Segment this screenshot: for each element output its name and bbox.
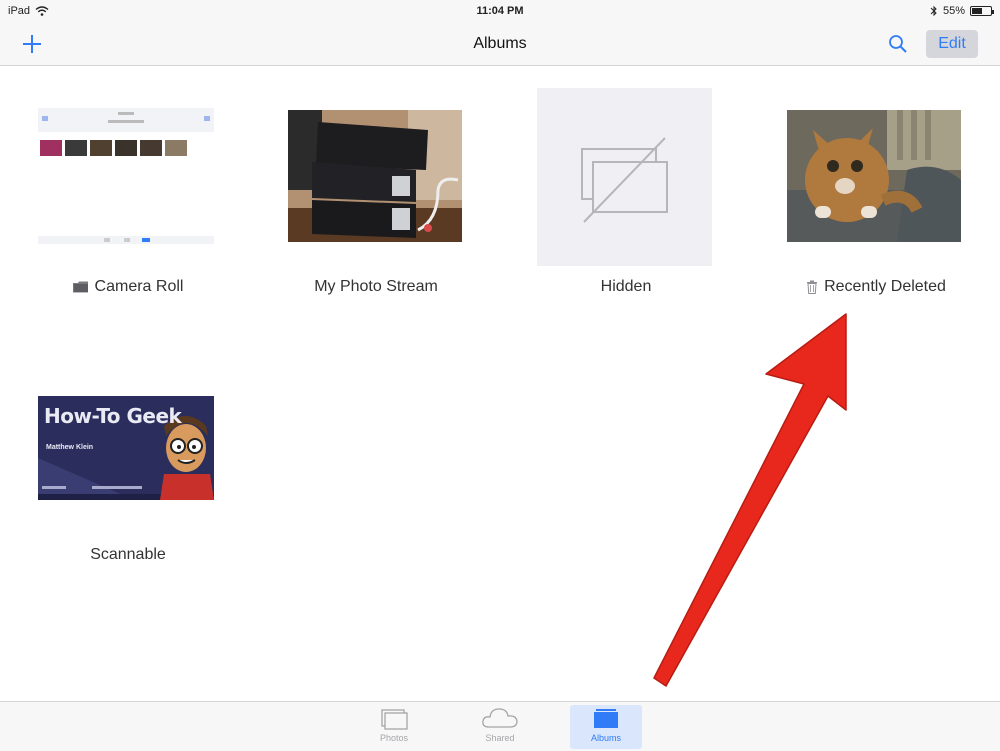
albums-icon	[594, 709, 618, 728]
tab-bar: Photos Shared Albums	[0, 701, 1000, 751]
album-thumbnail: How-To Geek Matthew Klein	[38, 396, 214, 500]
folder-icon	[72, 281, 88, 293]
album-thumbnail	[787, 110, 961, 242]
trash-icon	[807, 280, 818, 294]
tab-label: Albums	[590, 733, 621, 743]
annotation-arrow	[653, 313, 847, 687]
album-thumbnail	[38, 108, 214, 246]
album-my-photo-stream[interactable]: My Photo Stream	[276, 88, 476, 303]
tab-label: Shared	[485, 733, 515, 743]
album-name: My Photo Stream	[314, 278, 438, 295]
album-label: My Photo Stream	[276, 278, 476, 296]
status-bar: iPad 11:04 PM 55%	[0, 0, 1000, 22]
status-time: 11:04 PM	[476, 5, 524, 17]
tab-label: Photos	[379, 733, 409, 743]
card-person-name: Matthew Klein	[46, 444, 94, 451]
album-recently-deleted[interactable]: Recently Deleted	[776, 88, 976, 303]
battery-fill	[972, 8, 982, 14]
navigation-bar: Albums Edit	[0, 22, 1000, 66]
tab-photos[interactable]: Photos	[358, 705, 430, 749]
photos-icon	[381, 709, 408, 730]
album-name: Camera Roll	[94, 278, 184, 295]
status-right: 55%	[930, 5, 994, 17]
card-title: How-To Geek	[44, 404, 182, 428]
battery-percent: 55%	[942, 5, 965, 17]
album-label: Recently Deleted	[776, 278, 976, 296]
album-scannable[interactable]: How-To Geek Matthew Klein Scannable	[28, 356, 228, 571]
page-title: Albums	[473, 35, 527, 52]
bluetooth-icon	[930, 5, 937, 17]
battery-tip	[992, 10, 994, 14]
album-name: Recently Deleted	[824, 278, 946, 295]
battery-icon	[970, 6, 994, 16]
album-name: Scannable	[90, 546, 166, 563]
album-label: Hidden	[526, 278, 726, 296]
screenshot-thumbnail	[38, 108, 214, 244]
hidden-placeholder-icon	[581, 137, 668, 223]
album-label: Scannable	[28, 546, 228, 564]
album-label: Camera Roll	[28, 278, 228, 296]
cat-photo	[787, 110, 961, 242]
album-thumbnail	[288, 110, 462, 242]
search-icon	[889, 35, 907, 53]
cloud-icon	[482, 708, 518, 728]
album-thumbnail	[537, 88, 712, 266]
search-button[interactable]	[886, 32, 910, 56]
album-hidden[interactable]: Hidden	[526, 88, 726, 303]
album-name: Hidden	[600, 278, 652, 295]
tab-shared[interactable]: Shared	[464, 705, 536, 749]
tab-albums[interactable]: Albums	[570, 705, 642, 749]
edit-button[interactable]: Edit	[926, 30, 978, 58]
speakers-photo	[288, 110, 462, 242]
album-camera-roll[interactable]: Camera Roll	[28, 88, 228, 303]
